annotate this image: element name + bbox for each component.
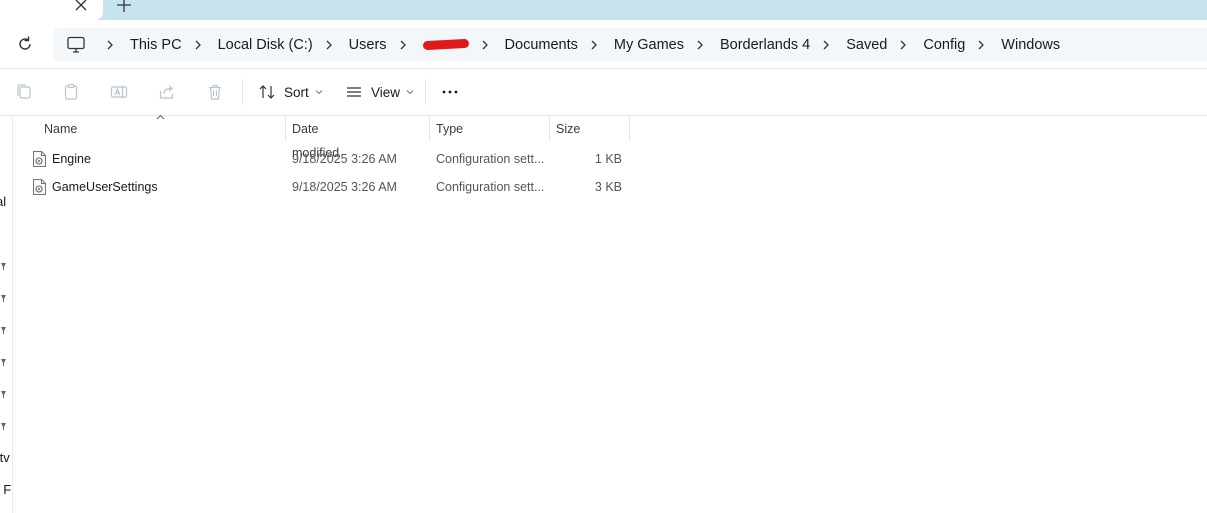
column-header-name[interactable]: Name (44, 117, 77, 141)
breadcrumb-windows[interactable]: Windows (1001, 37, 1060, 53)
config-file-icon (33, 179, 46, 195)
chevron-right-icon[interactable] (897, 39, 909, 51)
chevron-right-icon[interactable] (104, 39, 116, 51)
file-name: Engine (52, 152, 91, 166)
close-icon[interactable] (72, 0, 90, 14)
file-size: 3 KB (594, 180, 622, 194)
file-date-modified: 9/18/2025 3:26 AM (292, 180, 397, 194)
address-bar[interactable]: This PC Local Disk (C:) Users Documents … (54, 28, 1207, 61)
chevron-right-icon[interactable] (192, 39, 204, 51)
breadcrumb-documents[interactable]: Documents (505, 37, 578, 53)
file-row[interactable]: Engine 9/18/2025 3:26 AM Configuration s… (13, 146, 633, 172)
column-header-size[interactable]: Size (556, 117, 580, 141)
view-button[interactable]: View (345, 80, 414, 104)
pin-icon (1, 391, 6, 398)
sort-ascending-icon (156, 114, 165, 120)
pin-icon (1, 263, 6, 270)
plus-icon[interactable] (115, 0, 133, 14)
toolbar-divider (242, 79, 243, 105)
computer-icon (67, 36, 85, 53)
nav-item-fragment[interactable]: ftv (0, 450, 10, 465)
column-header-type[interactable]: Type (436, 117, 463, 141)
nav-item-fragment[interactable]: al (0, 194, 6, 209)
nav-item-fragment[interactable]: t F (0, 482, 11, 497)
breadcrumb-local-disk[interactable]: Local Disk (C:) (218, 37, 313, 53)
pin-icon (1, 359, 6, 366)
tab-strip (0, 0, 1207, 20)
breadcrumb-borderlands-4[interactable]: Borderlands 4 (720, 37, 810, 53)
chevron-right-icon[interactable] (588, 39, 600, 51)
pin-icon (1, 423, 6, 430)
breadcrumb-username-redacted[interactable] (422, 38, 469, 51)
chevron-right-icon[interactable] (479, 39, 491, 51)
file-date-modified: 9/18/2025 3:26 AM (292, 152, 397, 166)
column-header-date-modified[interactable]: Date modified (292, 117, 339, 160)
sort-icon (259, 85, 275, 99)
column-divider[interactable] (549, 117, 550, 141)
chevron-down-icon (315, 90, 323, 95)
breadcrumb-config[interactable]: Config (923, 37, 965, 53)
rename-icon[interactable] (110, 83, 128, 101)
column-divider[interactable] (429, 117, 430, 141)
file-size: 1 KB (594, 152, 622, 166)
file-row[interactable]: GameUserSettings 9/18/2025 3:26 AM Confi… (13, 174, 633, 200)
chevron-right-icon[interactable] (397, 39, 409, 51)
delete-icon[interactable] (206, 83, 224, 101)
sort-button[interactable]: Sort (258, 80, 323, 104)
chevron-right-icon[interactable] (820, 39, 832, 51)
breadcrumb-this-pc[interactable]: This PC (130, 37, 182, 53)
paste-icon[interactable] (62, 83, 80, 101)
navigation-pane: al ftv t F (0, 116, 13, 513)
copy-icon[interactable] (15, 83, 33, 101)
command-bar: Sort View (0, 69, 1207, 116)
breadcrumb: This PC Local Disk (C:) Users Documents … (94, 28, 1060, 61)
address-row: This PC Local Disk (C:) Users Documents … (0, 20, 1207, 69)
refresh-icon[interactable] (16, 35, 34, 53)
file-name: GameUserSettings (52, 180, 158, 194)
chevron-down-icon (406, 90, 414, 95)
chevron-right-icon[interactable] (694, 39, 706, 51)
file-type: Configuration sett... (436, 180, 545, 194)
toolbar-divider (425, 79, 426, 105)
pin-icon (1, 327, 6, 334)
column-divider[interactable] (629, 117, 630, 141)
breadcrumb-my-games[interactable]: My Games (614, 37, 684, 53)
config-file-icon (33, 151, 46, 167)
column-divider[interactable] (285, 117, 286, 141)
pin-icon (1, 295, 6, 302)
file-type: Configuration sett... (436, 152, 545, 166)
sort-label: Sort (284, 84, 309, 100)
breadcrumb-saved[interactable]: Saved (846, 37, 887, 53)
view-label: View (371, 84, 401, 100)
active-tab[interactable] (0, 0, 103, 20)
share-icon[interactable] (158, 83, 176, 101)
breadcrumb-users[interactable]: Users (349, 37, 387, 53)
chevron-right-icon[interactable] (975, 39, 987, 51)
view-list-icon (347, 87, 361, 97)
chevron-right-icon[interactable] (323, 39, 335, 51)
more-options-icon[interactable] (441, 83, 459, 101)
